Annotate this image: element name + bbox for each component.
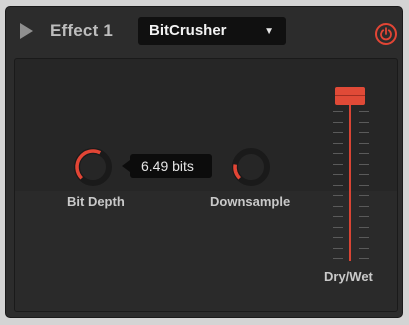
fader-tick [359, 216, 369, 217]
fader-tick [333, 226, 343, 228]
fader-tick [333, 142, 343, 144]
fader-tick [333, 205, 343, 207]
fader-tick [333, 111, 343, 112]
fader-tick [359, 121, 369, 123]
fader-tick [359, 184, 369, 186]
chevron-down-icon: ▼ [264, 26, 274, 37]
power-icon [380, 27, 392, 41]
fader-tick [359, 174, 369, 175]
fader-tick [333, 121, 343, 123]
play-icon[interactable] [20, 23, 33, 39]
downsample-label: Downsample [210, 194, 291, 209]
fader-tick [359, 163, 369, 165]
fader-tick [333, 174, 343, 175]
fader-tick [359, 247, 369, 249]
effect-type-dropdown[interactable]: BitCrusher ▼ [138, 17, 286, 45]
effect-title: Effect 1 [50, 21, 114, 40]
dry-wet-label: Dry/Wet [324, 269, 373, 284]
fader-tick [333, 237, 343, 238]
fader-tick [333, 153, 343, 154]
fader-tick [333, 184, 343, 186]
fader-tick [333, 216, 343, 217]
fader-tick [359, 195, 369, 196]
fader-tick [359, 153, 369, 154]
fader-tick [359, 132, 369, 133]
fader-tick [333, 195, 343, 196]
panel-lower-band [15, 191, 397, 311]
dry-wet-track[interactable] [349, 103, 351, 261]
fader-tick [359, 142, 369, 144]
fader-tick [359, 258, 369, 259]
fader-tick [359, 111, 369, 112]
fader-tick [359, 205, 369, 207]
fader-tick [359, 237, 369, 238]
fader-tick [333, 163, 343, 165]
power-button[interactable] [375, 23, 397, 45]
downsample-knob[interactable] [231, 147, 271, 187]
dry-wet-fader-handle[interactable] [335, 87, 365, 105]
fader-tick [333, 247, 343, 249]
fader-tick [333, 132, 343, 133]
bit-depth-knob[interactable] [73, 147, 113, 187]
effect-slot: Effect 1 BitCrusher ▼ Bit Depth 6.49 bit… [5, 6, 403, 318]
effect-panel: Bit Depth 6.49 bits Downsample Dry/Wet [14, 58, 398, 312]
fader-tick [333, 258, 343, 259]
fader-tick [359, 226, 369, 228]
bit-depth-tooltip: 6.49 bits [122, 154, 212, 178]
effect-type-value: BitCrusher [149, 22, 227, 39]
bit-depth-label: Bit Depth [67, 194, 125, 209]
effect-header: Effect 1 BitCrusher ▼ [6, 7, 402, 49]
